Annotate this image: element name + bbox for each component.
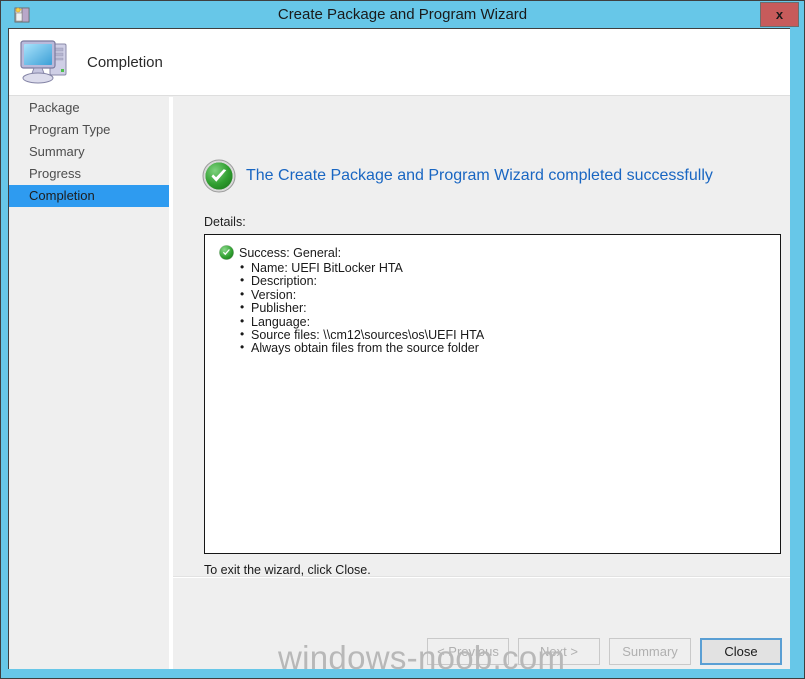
success-message: The Create Package and Program Wizard co…: [246, 167, 713, 184]
green-check-circle-icon: [202, 159, 236, 193]
details-box[interactable]: Success: General: Name: UEFI BitLocker H…: [204, 234, 781, 554]
wizard-window: Create Package and Program Wizard x Comp…: [0, 0, 805, 679]
sidebar-item-summary[interactable]: Summary: [9, 141, 169, 163]
list-item: Publisher:: [240, 301, 780, 315]
sidebar-item-package[interactable]: Package: [9, 97, 169, 119]
previous-button[interactable]: < Previous: [427, 638, 509, 665]
wizard-footer: < Previous Next > Summary Close: [173, 578, 790, 668]
close-button[interactable]: Close: [700, 638, 782, 665]
exit-instruction: To exit the wizard, click Close.: [204, 563, 371, 577]
details-label: Details:: [204, 215, 246, 229]
list-item: Description:: [240, 274, 780, 288]
details-heading: Success: General:: [219, 245, 780, 260]
sidebar-item-program-type[interactable]: Program Type: [9, 119, 169, 141]
sidebar-item-completion[interactable]: Completion: [9, 185, 169, 207]
list-item: Source files: \\cm12\sources\os\UEFI HTA: [240, 328, 780, 342]
page-title: Completion: [87, 54, 163, 71]
list-item: Always obtain files from the source fold…: [240, 341, 780, 355]
title-bar: Create Package and Program Wizard x: [1, 1, 804, 28]
green-check-small-icon: [219, 245, 234, 260]
details-heading-text: Success: General:: [239, 246, 342, 260]
close-window-button[interactable]: x: [760, 2, 799, 27]
wizard-header: Completion: [9, 29, 790, 96]
computer-icon: [17, 35, 73, 89]
list-item: Version:: [240, 288, 780, 302]
wizard-client-area: Completion Package Program Type Summary …: [8, 28, 790, 669]
window-title: Create Package and Program Wizard: [277, 6, 528, 23]
sidebar-item-progress[interactable]: Progress: [9, 163, 169, 185]
list-item: Language:: [240, 315, 780, 329]
list-item: Name: UEFI BitLocker HTA: [240, 261, 780, 275]
summary-button[interactable]: Summary: [609, 638, 691, 665]
wizard-step-nav: Package Program Type Summary Progress Co…: [9, 97, 169, 669]
details-item-list: Name: UEFI BitLocker HTA Description: Ve…: [205, 261, 780, 356]
next-button[interactable]: Next >: [518, 638, 600, 665]
